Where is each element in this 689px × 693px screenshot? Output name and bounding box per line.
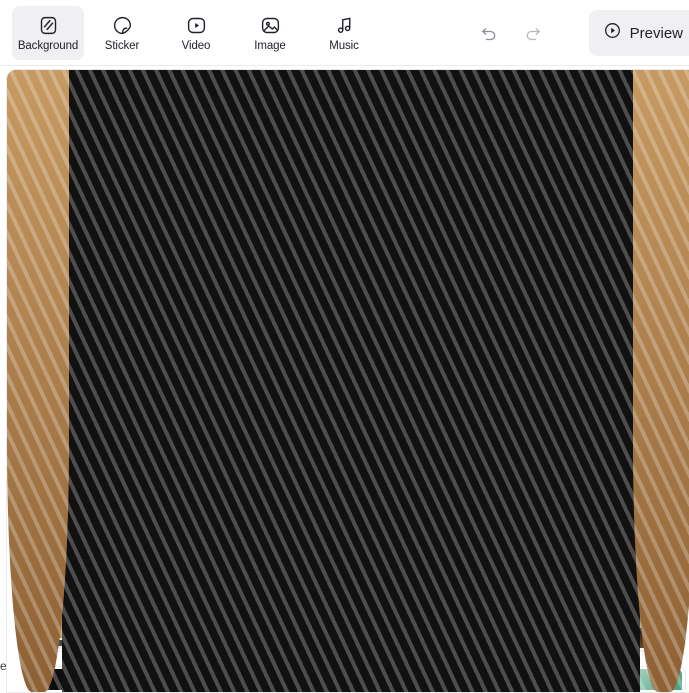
tool-image[interactable]: Image bbox=[234, 6, 306, 60]
tool-video-label: Video bbox=[181, 40, 211, 53]
undo-icon[interactable] bbox=[476, 20, 502, 46]
preview-button[interactable]: Preview bbox=[588, 10, 689, 56]
play-circle-icon bbox=[603, 21, 622, 45]
set-background-panel: Set Background Stocks My Backgrounds bbox=[6, 69, 689, 693]
tool-music[interactable]: Music bbox=[308, 6, 380, 60]
tool-music-label: Music bbox=[329, 40, 359, 53]
redo-icon[interactable] bbox=[520, 20, 546, 46]
tool-group: Background Sticker Video Image Music bbox=[0, 5, 380, 60]
sticker-icon bbox=[112, 12, 133, 38]
preview-button-label: Preview bbox=[629, 24, 683, 42]
music-icon bbox=[334, 12, 355, 38]
tool-sticker-label: Sticker bbox=[104, 40, 140, 53]
video-icon bbox=[186, 12, 207, 38]
tool-video[interactable]: Video bbox=[160, 6, 232, 60]
tool-background[interactable]: Background bbox=[12, 5, 84, 60]
thumbnail-tropical-leaves[interactable] bbox=[485, 666, 686, 690]
thumbnail-art bbox=[489, 669, 682, 690]
undo-redo-group bbox=[476, 20, 546, 46]
top-toolbar: Background Sticker Video Image Music Pre… bbox=[0, 0, 689, 66]
tool-background-label: Background bbox=[17, 40, 79, 53]
background-thumbnail-grid-partial bbox=[7, 70, 689, 692]
background-icon bbox=[38, 12, 59, 38]
tool-sticker[interactable]: Sticker bbox=[86, 6, 158, 60]
tool-image-label: Image bbox=[254, 40, 286, 53]
image-icon bbox=[260, 12, 281, 38]
